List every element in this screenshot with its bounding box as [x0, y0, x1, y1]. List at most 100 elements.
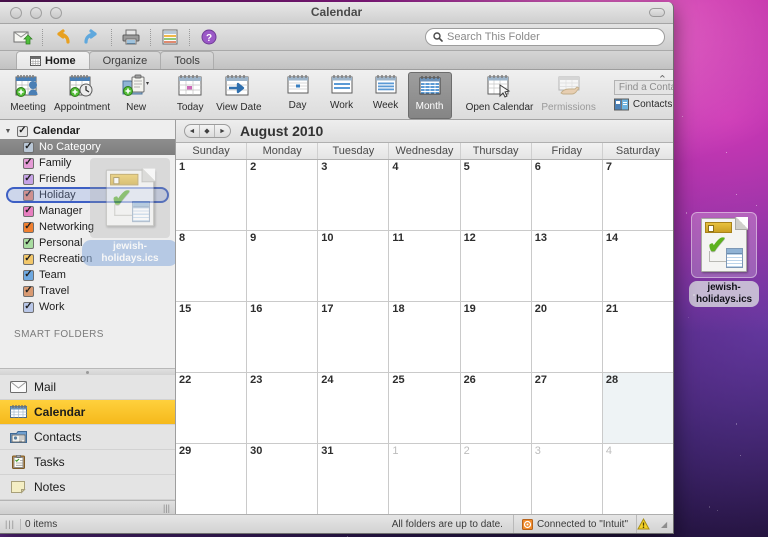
calendar-day-cell[interactable]: 14	[603, 231, 673, 301]
category-checkbox-no-category[interactable]: ✓	[23, 142, 34, 153]
prev-month-button[interactable]: ◄	[185, 125, 200, 137]
calendar-day-cell[interactable]: 17	[318, 302, 389, 372]
calendar-day-cell[interactable]: 2	[247, 160, 318, 230]
sidebar-item-friends[interactable]: ✓ Friends	[0, 171, 175, 187]
ribbon-new-button[interactable]: New	[114, 72, 158, 119]
window-titlebar[interactable]: Calendar	[0, 2, 673, 24]
sidebar-item-tasks[interactable]: Tasks	[0, 450, 175, 475]
category-checkbox-manager[interactable]: ✓	[23, 206, 34, 217]
sidebar-item-personal[interactable]: ✓ Personal	[0, 235, 175, 251]
category-checkbox-personal[interactable]: ✓	[23, 238, 34, 249]
status-grip-icon[interactable]: |||	[0, 519, 20, 529]
redo-button[interactable]	[77, 25, 107, 49]
sidebar-item-no-category[interactable]: ✓ No Category	[0, 139, 175, 155]
calendar-day-cell[interactable]: 30	[247, 444, 318, 514]
ribbon-today-button[interactable]: Today	[168, 72, 212, 119]
calendar-day-cell[interactable]: 19	[461, 302, 532, 372]
category-checkbox-travel[interactable]: ✓	[23, 286, 34, 297]
calendar-nav-arrows[interactable]: ◄ ◆ ►	[184, 124, 231, 138]
sidebar-item-team[interactable]: ✓ Team	[0, 267, 175, 283]
ribbon-week-view-button[interactable]: Week	[364, 72, 408, 119]
file-icon-selection[interactable]: ✔	[691, 212, 757, 278]
send-receive-button[interactable]	[8, 25, 38, 49]
calendar-day-cell[interactable]: 2	[461, 444, 532, 514]
calendar-day-cell[interactable]: 15	[176, 302, 247, 372]
calendar-day-cell[interactable]: 13	[532, 231, 603, 301]
status-warning-button[interactable]	[637, 518, 661, 530]
tab-home[interactable]: Home	[16, 51, 90, 69]
calendar-day-cell[interactable]: 21	[603, 302, 673, 372]
window-resize-grip-icon[interactable]: ◢	[661, 520, 673, 529]
calendar-day-cell[interactable]: 8	[176, 231, 247, 301]
print-button[interactable]	[116, 25, 146, 49]
calendar-day-cell[interactable]: 9	[247, 231, 318, 301]
desktop-file-item[interactable]: ✔ jewish-holidays.ics	[689, 212, 759, 307]
calendar-day-cell[interactable]: 10	[318, 231, 389, 301]
calendar-day-cell[interactable]: 1	[389, 444, 460, 514]
view-layout-button[interactable]	[155, 25, 185, 49]
ribbon-day-view-button[interactable]: Day	[276, 72, 320, 119]
calendar-day-cell[interactable]: 23	[247, 373, 318, 443]
sidebar-item-holiday[interactable]: ✓ Holiday	[0, 187, 175, 203]
tab-tools[interactable]: Tools	[160, 51, 214, 69]
calendar-root-checkbox[interactable]: ✓	[17, 126, 28, 137]
category-checkbox-team[interactable]: ✓	[23, 270, 34, 281]
calendar-day-cell[interactable]: 5	[461, 160, 532, 230]
today-button[interactable]: ◆	[200, 125, 215, 137]
calendar-day-cell-today[interactable]: 28	[603, 373, 673, 443]
category-checkbox-family[interactable]: ✓	[23, 158, 34, 169]
calendar-day-cell[interactable]: 26	[461, 373, 532, 443]
ribbon-month-view-button[interactable]: Month	[408, 72, 452, 119]
sidebar-footer-grip[interactable]: |||	[0, 500, 175, 514]
sidebar-item-contacts[interactable]: Contacts	[0, 425, 175, 450]
sidebar-item-family[interactable]: ✓ Family	[0, 155, 175, 171]
calendar-day-cell[interactable]: 1	[176, 160, 247, 230]
calendar-day-cell[interactable]: 18	[389, 302, 460, 372]
undo-button[interactable]	[47, 25, 77, 49]
status-connection[interactable]: Connected to "Intuit"	[513, 515, 637, 533]
calendar-day-cell[interactable]: 29	[176, 444, 247, 514]
sidebar-item-travel[interactable]: ✓ Travel	[0, 283, 175, 299]
disclosure-triangle-icon[interactable]: ▼	[4, 128, 12, 135]
category-checkbox-friends[interactable]: ✓	[23, 174, 34, 185]
help-button[interactable]: ?	[194, 25, 224, 49]
sidebar-item-mail[interactable]: Mail	[0, 375, 175, 400]
calendar-day-cell[interactable]: 20	[532, 302, 603, 372]
toolbar-toggle-button[interactable]	[649, 8, 665, 17]
calendar-day-cell[interactable]: 27	[532, 373, 603, 443]
contacts-search-button[interactable]: Contacts Search	[614, 98, 674, 111]
sidebar-item-notes[interactable]: Notes	[0, 475, 175, 500]
calendar-day-cell[interactable]: 25	[389, 373, 460, 443]
calendar-day-cell[interactable]: 24	[318, 373, 389, 443]
ribbon-open-calendar-button[interactable]: Open Calendar	[462, 72, 538, 119]
calendar-day-cell[interactable]: 31	[318, 444, 389, 514]
calendar-day-cell[interactable]: 16	[247, 302, 318, 372]
ribbon-work-week-view-button[interactable]: Work	[320, 72, 364, 119]
category-checkbox-recreation[interactable]: ✓	[23, 254, 34, 265]
calendar-day-cell[interactable]: 6	[532, 160, 603, 230]
sidebar-item-calendar-root[interactable]: ▼ ✓ Calendar	[0, 123, 175, 139]
ribbon-view-date-button[interactable]: View Date	[212, 72, 265, 119]
ribbon-appointment-button[interactable]: Appointment	[50, 72, 114, 119]
sidebar-item-manager[interactable]: ✓ Manager	[0, 203, 175, 219]
ribbon-permissions-button[interactable]: Permissions	[537, 72, 599, 119]
category-checkbox-work[interactable]: ✓	[23, 302, 34, 313]
calendar-day-cell[interactable]: 11	[389, 231, 460, 301]
calendar-day-cell[interactable]: 4	[389, 160, 460, 230]
ribbon-meeting-button[interactable]: Meeting	[6, 72, 50, 119]
calendar-day-cell[interactable]: 7	[603, 160, 673, 230]
category-checkbox-holiday[interactable]: ✓	[23, 190, 34, 201]
sidebar-item-networking[interactable]: ✓ Networking	[0, 219, 175, 235]
calendar-day-cell[interactable]: 22	[176, 373, 247, 443]
calendar-day-cell[interactable]: 3	[318, 160, 389, 230]
search-input[interactable]: Search This Folder	[425, 28, 665, 46]
sidebar-item-calendar[interactable]: Calendar	[0, 400, 175, 425]
category-checkbox-networking[interactable]: ✓	[23, 222, 34, 233]
calendar-day-cell[interactable]: 12	[461, 231, 532, 301]
sidebar-item-work[interactable]: ✓ Work	[0, 299, 175, 315]
tab-organize[interactable]: Organize	[89, 51, 162, 69]
calendar-day-cell[interactable]: 3	[532, 444, 603, 514]
calendar-day-cell[interactable]: 4	[603, 444, 673, 514]
ribbon-collapse-chevron-icon[interactable]: ⌃	[658, 73, 667, 86]
sidebar-item-recreation[interactable]: ✓ Recreation	[0, 251, 175, 267]
